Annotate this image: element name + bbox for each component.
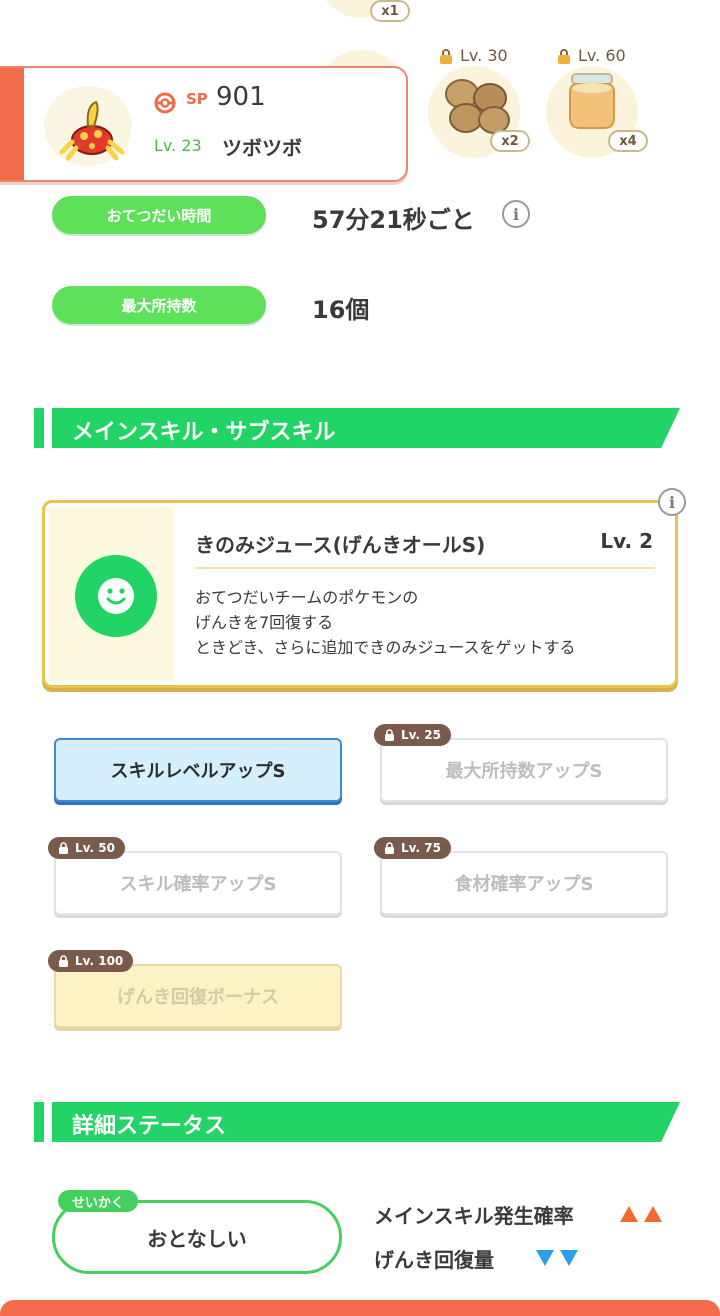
pokemon-name: ツボツボ [222,136,302,160]
ingredient-unlock-level: Lv. 30 [460,46,508,65]
up-arrow-icon [644,1206,662,1222]
nature-tag: せいかく [58,1190,139,1212]
lock-level: Lv. 50 [75,841,115,855]
lock-level: Lv. 25 [401,728,441,742]
section-title: メインスキル・サブスキル [72,420,336,445]
subskill-lock-tag: Lv. 50 [48,837,125,859]
lock-icon [558,48,570,64]
sp-label: SP [186,90,208,108]
max-carry-value: 16個 [312,296,370,324]
main-skill-description: おてつだいチームのポケモンの げんきを7回復する ときどき、さらに追加できのみジ… [195,585,575,660]
lock-level: Lv. 100 [75,954,124,968]
lock-icon [385,842,394,854]
info-icon[interactable]: i [658,488,686,516]
lock-level: Lv. 75 [401,841,441,855]
ingredient-qty-badge: x1 [370,0,410,22]
ingredient-unlock-lv30: Lv. 30 [438,46,508,65]
subskill-button[interactable]: スキルレベルアップS [54,738,342,802]
help-time-label: おてつだい時間 [52,196,266,234]
skill-icon-circle [75,555,157,637]
main-skill-level: Lv. 2 [600,529,653,553]
subskill-button[interactable]: 食材確率アップS [380,851,668,915]
subskill-button[interactable]: スキル確率アップS [54,851,342,915]
ingredient-unlock-lv60: Lv. 60 [556,46,626,65]
nut-icon [445,79,510,134]
skill-icon-panel [49,507,173,681]
ingredient-unlock-level: Lv. 60 [578,46,626,65]
subskill-lock-tag: Lv. 25 [374,724,451,746]
pokemon-level: Lv. 23 [154,136,202,155]
section-title: 詳細ステータス [72,1114,227,1139]
max-carry-label: 最大所持数 [52,286,266,324]
info-icon[interactable]: i [502,200,530,228]
details-section-header: 詳細ステータス [34,1102,684,1142]
help-time-value: 57分21秒ごと [312,206,475,234]
lock-icon [440,48,452,64]
bottom-button-edge[interactable] [0,1300,720,1316]
lock-icon [59,955,68,967]
subskill-lock-tag: Lv. 100 [48,950,134,972]
up-arrow-icon [620,1206,638,1222]
main-skill-card[interactable]: きのみジュース(げんきオールS) Lv. 2 おてつだいチームのポケモンの げん… [42,500,678,688]
pokemon-card-stripe [0,68,24,180]
smile-icon [98,578,134,614]
ingredient-qty-badge: x2 [490,130,530,152]
sp-value: 901 [216,82,266,112]
main-skill-name: きのみジュース(げんきオールS) [195,533,486,557]
down-arrow-icon [560,1250,578,1266]
subskill-button[interactable]: 最大所持数アップS [380,738,668,802]
nature-down-effect: げんき回復量 [374,1248,494,1272]
nature-up-effect: メインスキル発生確率 [374,1204,574,1228]
lock-icon [59,842,68,854]
description-line: おてつだいチームのポケモンの [195,588,419,607]
divider [195,567,655,569]
header-accent [34,408,44,448]
ingredient-qty-badge: x4 [608,130,648,152]
description-line: ときどき、さらに追加できのみジュースをゲットする [195,638,576,657]
header-accent [34,1102,44,1142]
description-line: げんきを7回復する [195,613,334,632]
shuckle-sprite [59,100,125,161]
pokeball-icon [154,92,176,114]
honey-jar-icon [569,73,615,129]
down-arrow-icon [536,1250,554,1266]
lock-icon [385,729,394,741]
pokemon-card[interactable]: SP 901 Lv. 23 ツボツボ [0,66,408,182]
skills-section-header: メインスキル・サブスキル [34,408,684,448]
subskill-lock-tag: Lv. 75 [374,837,451,859]
subskill-button[interactable]: げんき回復ボーナス [54,964,342,1028]
